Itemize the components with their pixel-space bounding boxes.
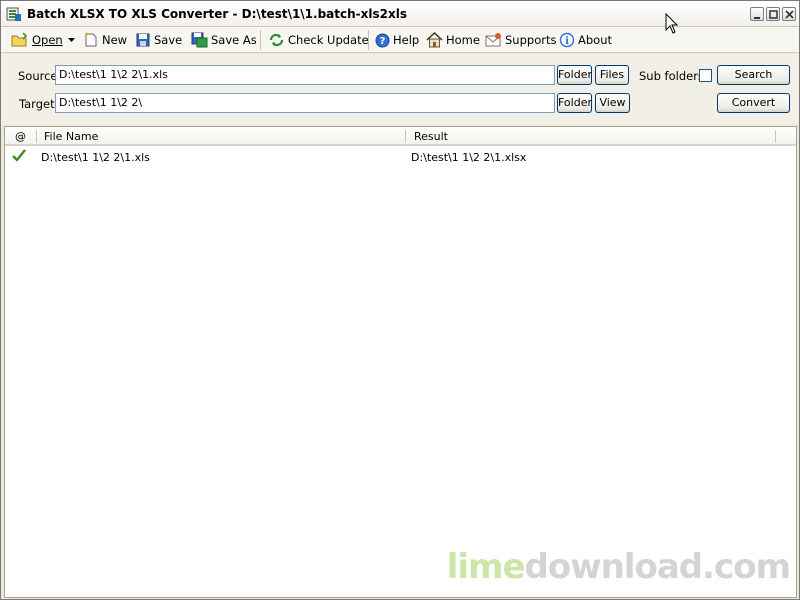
- toolbar-separator: [368, 30, 369, 50]
- new-label: New: [102, 33, 128, 47]
- supports-envelope-icon: [485, 33, 501, 47]
- open-button[interactable]: Open: [11, 30, 63, 50]
- open-dropdown-button[interactable]: [68, 30, 78, 50]
- info-icon: i: [559, 32, 575, 48]
- source-folder-button[interactable]: Folder: [557, 65, 592, 85]
- svg-text:?: ?: [380, 36, 386, 47]
- check-update-label: Check Update: [288, 33, 369, 47]
- supports-button[interactable]: Supports: [485, 30, 556, 50]
- update-refresh-icon: [269, 33, 284, 47]
- row-file-name: D:\test\1 1\2 2\1.xls: [41, 151, 150, 164]
- source-files-button[interactable]: Files: [595, 65, 629, 85]
- app-window: Batch XLSX TO XLS Converter - D:\test\1\…: [0, 0, 800, 600]
- list-header: @ File Name Result: [5, 127, 796, 146]
- target-folder-button[interactable]: Folder: [557, 93, 592, 113]
- save-as-button[interactable]: Save As: [191, 30, 257, 50]
- svg-text:i: i: [565, 36, 569, 47]
- target-label: Target: [19, 97, 55, 111]
- source-input[interactable]: D:\test\1 1\2 2\1.xls: [55, 65, 555, 85]
- path-form: Source D:\test\1 1\2 2\1.xls Folder File…: [1, 54, 799, 124]
- minimize-button[interactable]: [750, 7, 764, 21]
- chevron-down-icon: [68, 37, 75, 42]
- row-result: D:\test\1 1\2 2\1.xlsx: [411, 151, 527, 164]
- help-label: Help: [393, 33, 420, 47]
- close-button[interactable]: [782, 7, 796, 21]
- maximize-button[interactable]: [766, 7, 780, 21]
- about-button[interactable]: i About: [559, 30, 612, 50]
- success-check-icon: [12, 149, 26, 165]
- home-house-icon: [426, 32, 443, 48]
- new-file-icon: [85, 32, 97, 47]
- save-button[interactable]: Save: [135, 30, 182, 50]
- subfolders-label: Sub folders: [639, 69, 704, 83]
- column-result-header[interactable]: Result: [414, 130, 448, 143]
- column-divider[interactable]: [405, 130, 406, 143]
- minimize-icon: [754, 17, 760, 19]
- convert-button[interactable]: Convert: [717, 93, 790, 113]
- subfolders-checkbox[interactable]: [699, 69, 712, 82]
- open-label: Open: [32, 33, 63, 47]
- target-view-button[interactable]: View: [595, 93, 630, 113]
- title-bar[interactable]: Batch XLSX TO XLS Converter - D:\test\1\…: [1, 1, 799, 27]
- new-button[interactable]: New: [83, 30, 127, 50]
- toolbar: Open New Save Save As Check Update ? Hel…: [1, 27, 799, 53]
- check-update-button[interactable]: Check Update: [268, 30, 369, 50]
- column-divider[interactable]: [36, 130, 37, 143]
- save-label: Save: [154, 33, 183, 47]
- column-file-name-header[interactable]: File Name: [44, 130, 98, 143]
- column-status-header[interactable]: @: [15, 130, 26, 143]
- supports-label: Supports: [505, 33, 557, 47]
- app-icon: [6, 6, 22, 22]
- toolbar-separator: [260, 30, 261, 50]
- mouse-cursor-icon: [665, 13, 679, 34]
- maximize-icon: [769, 10, 778, 19]
- save-disk-icon: [136, 33, 150, 47]
- home-button[interactable]: Home: [426, 30, 480, 50]
- table-row[interactable]: D:\test\1 1\2 2\1.xls D:\test\1 1\2 2\1.…: [5, 148, 796, 166]
- home-label: Home: [446, 33, 480, 47]
- window-title: Batch XLSX TO XLS Converter - D:\test\1\…: [27, 7, 407, 21]
- target-input[interactable]: D:\test\1 1\2 2\: [55, 93, 555, 113]
- open-folder-icon: [11, 32, 28, 47]
- help-button[interactable]: ? Help: [375, 30, 419, 50]
- search-button[interactable]: Search: [717, 65, 790, 85]
- column-divider[interactable]: [775, 130, 776, 143]
- help-question-icon: ?: [375, 33, 390, 47]
- file-list[interactable]: @ File Name Result D:\test\1 1\2 2\1.xls…: [4, 126, 797, 598]
- watermark-logo: limedownload.com: [446, 547, 791, 587]
- source-label: Source: [18, 69, 58, 83]
- close-icon: [785, 10, 794, 19]
- save-as-label: Save As: [211, 33, 257, 47]
- save-as-disk-icon: [191, 32, 208, 48]
- about-label: About: [578, 33, 613, 47]
